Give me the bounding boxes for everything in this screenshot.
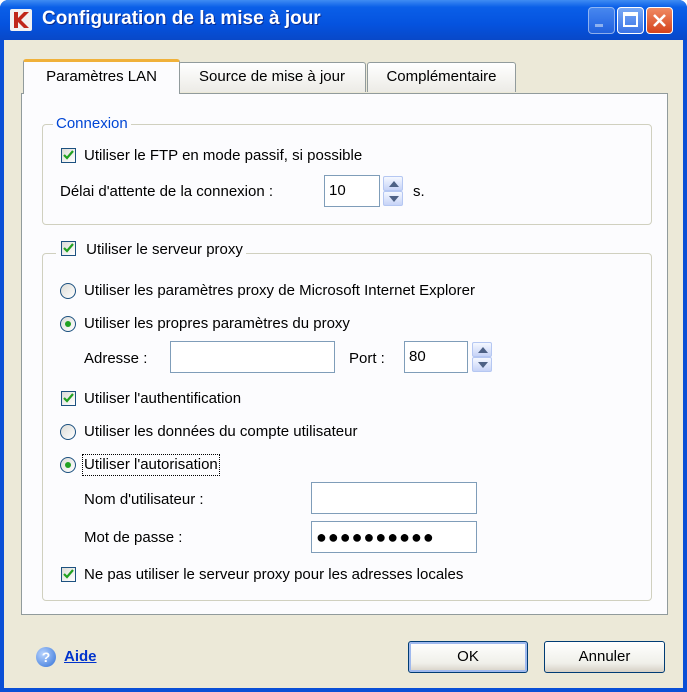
- radio-selected-dot: [65, 321, 71, 327]
- username-label: Nom d'utilisateur :: [84, 491, 204, 508]
- spinner-down-button[interactable]: [383, 191, 403, 206]
- tab-parametres-lan[interactable]: Paramètres LAN: [23, 59, 180, 94]
- minimize-button[interactable]: [588, 7, 615, 34]
- ie-settings-radio[interactable]: [60, 283, 76, 299]
- window-title: Configuration de la mise à jour: [42, 8, 321, 29]
- port-spinner[interactable]: [472, 342, 492, 372]
- arrow-up-icon: [478, 347, 488, 353]
- kaspersky-k-icon: [10, 9, 32, 31]
- password-input[interactable]: ●●●●●●●●●●: [311, 521, 477, 553]
- timeout-label: Délai d'attente de la connexion :: [60, 183, 274, 200]
- cancel-button[interactable]: Annuler: [544, 641, 665, 673]
- arrow-down-icon: [389, 196, 399, 202]
- help-link[interactable]: Aide: [64, 647, 97, 667]
- close-icon: [653, 14, 666, 27]
- authentication-checkbox[interactable]: [61, 391, 76, 406]
- checkmark-icon: [63, 569, 74, 579]
- timeout-unit: s.: [413, 183, 425, 200]
- use-proxy-label: Utiliser le serveur proxy: [86, 241, 243, 258]
- own-settings-label: Utiliser les propres paramètres du proxy: [84, 315, 350, 332]
- account-data-label: Utiliser les données du compte utilisate…: [84, 423, 358, 440]
- tab-panel: Connexion Utiliser le FTP en mode passif…: [21, 93, 668, 615]
- address-label: Adresse :: [84, 350, 148, 367]
- spinner-down-button[interactable]: [472, 357, 492, 372]
- password-label: Mot de passe :: [84, 529, 183, 546]
- minimize-icon: [595, 24, 603, 27]
- spinner-up-button[interactable]: [472, 342, 492, 357]
- ok-button[interactable]: OK: [408, 641, 528, 673]
- spinner-up-button[interactable]: [383, 176, 403, 191]
- connexion-legend: Connexion: [53, 115, 131, 132]
- bypass-local-label: Ne pas utiliser le serveur proxy pour le…: [84, 566, 464, 583]
- passive-ftp-label: Utiliser le FTP en mode passif, si possi…: [84, 147, 363, 164]
- arrow-down-icon: [478, 362, 488, 368]
- maximize-button[interactable]: [617, 7, 644, 34]
- timeout-spinner[interactable]: [383, 176, 403, 206]
- authorization-radio[interactable]: [60, 457, 76, 473]
- dialog-client: Paramètres LAN Source de mise à jour Com…: [4, 40, 683, 688]
- username-input[interactable]: [311, 482, 477, 514]
- radio-selected-dot: [65, 462, 71, 468]
- arrow-up-icon: [389, 181, 399, 187]
- authorization-label: Utiliser l'autorisation: [82, 454, 220, 476]
- maximize-icon: [623, 12, 638, 27]
- use-proxy-checkbox[interactable]: [61, 241, 76, 256]
- timeout-input[interactable]: 10: [324, 175, 380, 207]
- checkmark-icon: [63, 393, 74, 403]
- checkmark-icon: [63, 150, 74, 160]
- own-settings-radio[interactable]: [60, 316, 76, 332]
- tab-complementaire[interactable]: Complémentaire: [367, 62, 516, 92]
- proxy-legend: Utiliser le serveur proxy: [56, 241, 246, 258]
- title-bar[interactable]: Configuration de la mise à jour: [0, 0, 687, 40]
- close-button[interactable]: [646, 7, 673, 34]
- authentication-label: Utiliser l'authentification: [84, 390, 242, 407]
- ie-settings-label: Utiliser les paramètres proxy de Microso…: [84, 282, 475, 299]
- port-label: Port :: [349, 350, 385, 367]
- tab-source-mise-a-jour[interactable]: Source de mise à jour: [178, 62, 366, 92]
- account-data-radio[interactable]: [60, 424, 76, 440]
- passive-ftp-checkbox[interactable]: [61, 148, 76, 163]
- dialog-window: Configuration de la mise à jour Paramètr…: [0, 0, 687, 692]
- bypass-local-checkbox[interactable]: [61, 567, 76, 582]
- help-icon[interactable]: ?: [36, 647, 56, 667]
- address-input[interactable]: [170, 341, 335, 373]
- checkmark-icon: [63, 243, 74, 253]
- port-input[interactable]: 80: [404, 341, 468, 373]
